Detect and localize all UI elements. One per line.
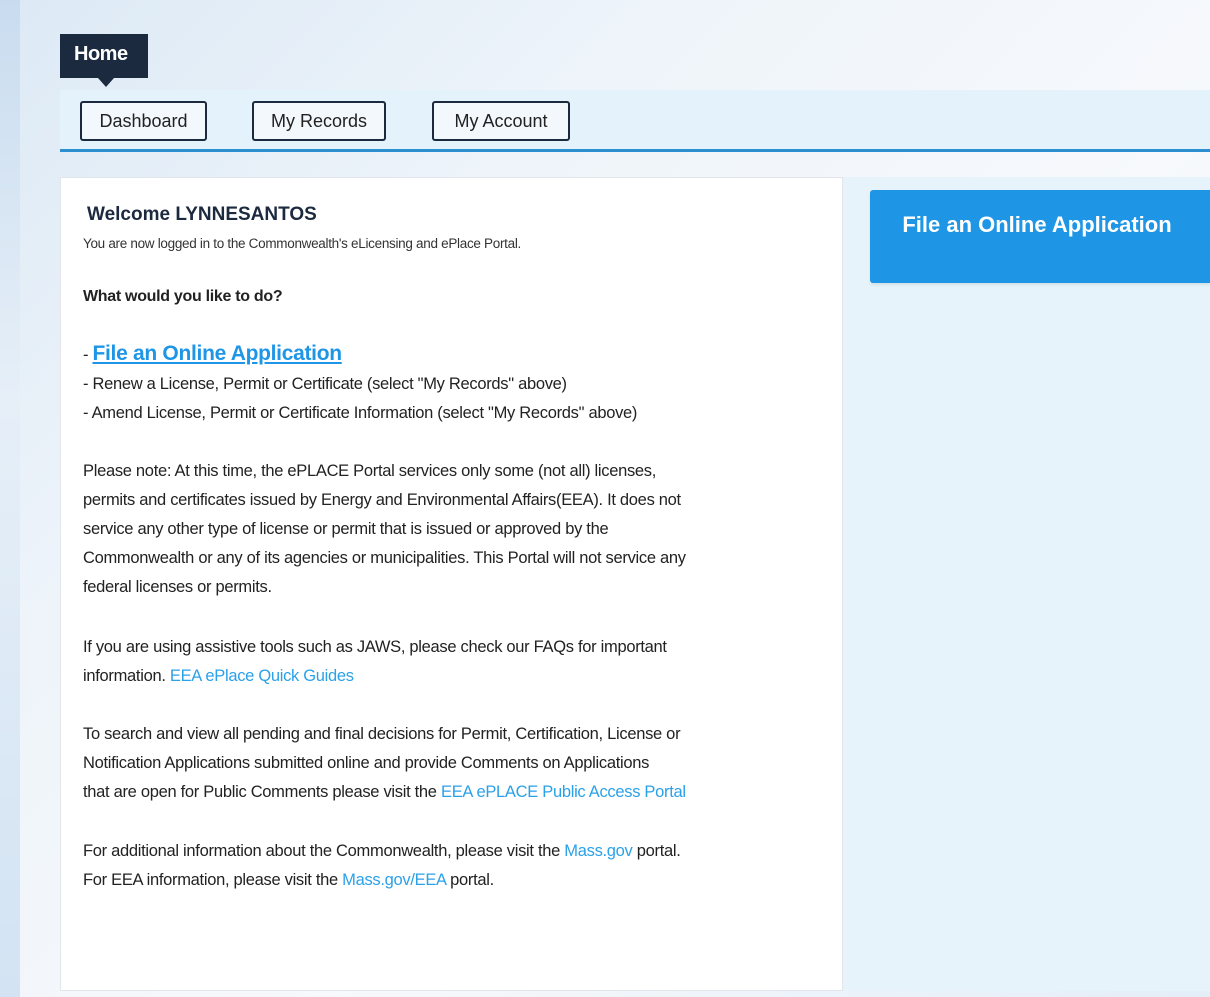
assistive-paragraph: If you are using assistive tools such as… <box>83 633 667 691</box>
welcome-subtitle: You are now logged in to the Commonwealt… <box>83 236 521 251</box>
note-line: permits and certificates issued by Energ… <box>83 491 681 509</box>
main-nav: Dashboard My Records My Account <box>60 90 1210 152</box>
welcome-title: Welcome LYNNESANTOS <box>87 204 317 225</box>
additional-line: For EEA information, please visit the Ma… <box>83 866 681 895</box>
actions-question: What would you like to do? <box>83 288 283 305</box>
background-edge <box>0 0 20 997</box>
note-line: Commonwealth or any of its agencies or m… <box>83 549 686 567</box>
file-online-application-button[interactable]: File an Online Application <box>870 190 1210 283</box>
additional-text: For EEA information, please visit the <box>83 871 343 889</box>
search-line: Notification Applications submitted onli… <box>83 754 650 772</box>
action-renew-item: - Renew a License, Permit or Certificate… <box>83 375 567 393</box>
search-text: that are open for Public Comments please… <box>83 783 441 801</box>
action-file-item: - File an Online Application <box>83 342 342 366</box>
additional-text: portal. <box>632 842 681 860</box>
public-access-portal-link[interactable]: EEA ePLACE Public Access Portal <box>441 783 686 801</box>
mass-gov-link[interactable]: Mass.gov <box>564 842 633 860</box>
note-line: federal licenses or permits. <box>83 578 272 596</box>
quick-guides-link[interactable]: EEA ePlace Quick Guides <box>170 667 354 685</box>
search-paragraph: To search and view all pending and final… <box>83 720 686 807</box>
assistive-text: information. <box>83 667 170 685</box>
note-line: service any other type of license or per… <box>83 520 609 538</box>
action-amend-item: - Amend License, Permit or Certificate I… <box>83 404 638 422</box>
note-paragraph: Please note: At this time, the ePLACE Po… <box>83 457 686 602</box>
assistive-line: If you are using assistive tools such as… <box>83 638 667 656</box>
additional-text: portal. <box>445 871 494 889</box>
my-account-button[interactable]: My Account <box>432 101 570 141</box>
dashboard-button[interactable]: Dashboard <box>80 101 207 141</box>
note-line: Please note: At this time, the ePLACE Po… <box>83 462 657 480</box>
search-line: that are open for Public Comments please… <box>83 778 686 807</box>
additional-text: For additional information about the Com… <box>83 842 565 860</box>
assistive-line: information. EEA ePlace Quick Guides <box>83 662 667 691</box>
mass-gov-eea-link[interactable]: Mass.gov/EEA <box>342 871 446 889</box>
home-tab[interactable]: Home <box>60 34 148 87</box>
my-records-button[interactable]: My Records <box>252 101 386 141</box>
additional-line: For additional information about the Com… <box>83 837 681 866</box>
additional-paragraph: For additional information about the Com… <box>83 837 681 895</box>
search-line: To search and view all pending and final… <box>83 725 681 743</box>
sidebar-panel <box>843 177 1210 991</box>
file-online-application-link[interactable]: File an Online Application <box>92 342 342 365</box>
